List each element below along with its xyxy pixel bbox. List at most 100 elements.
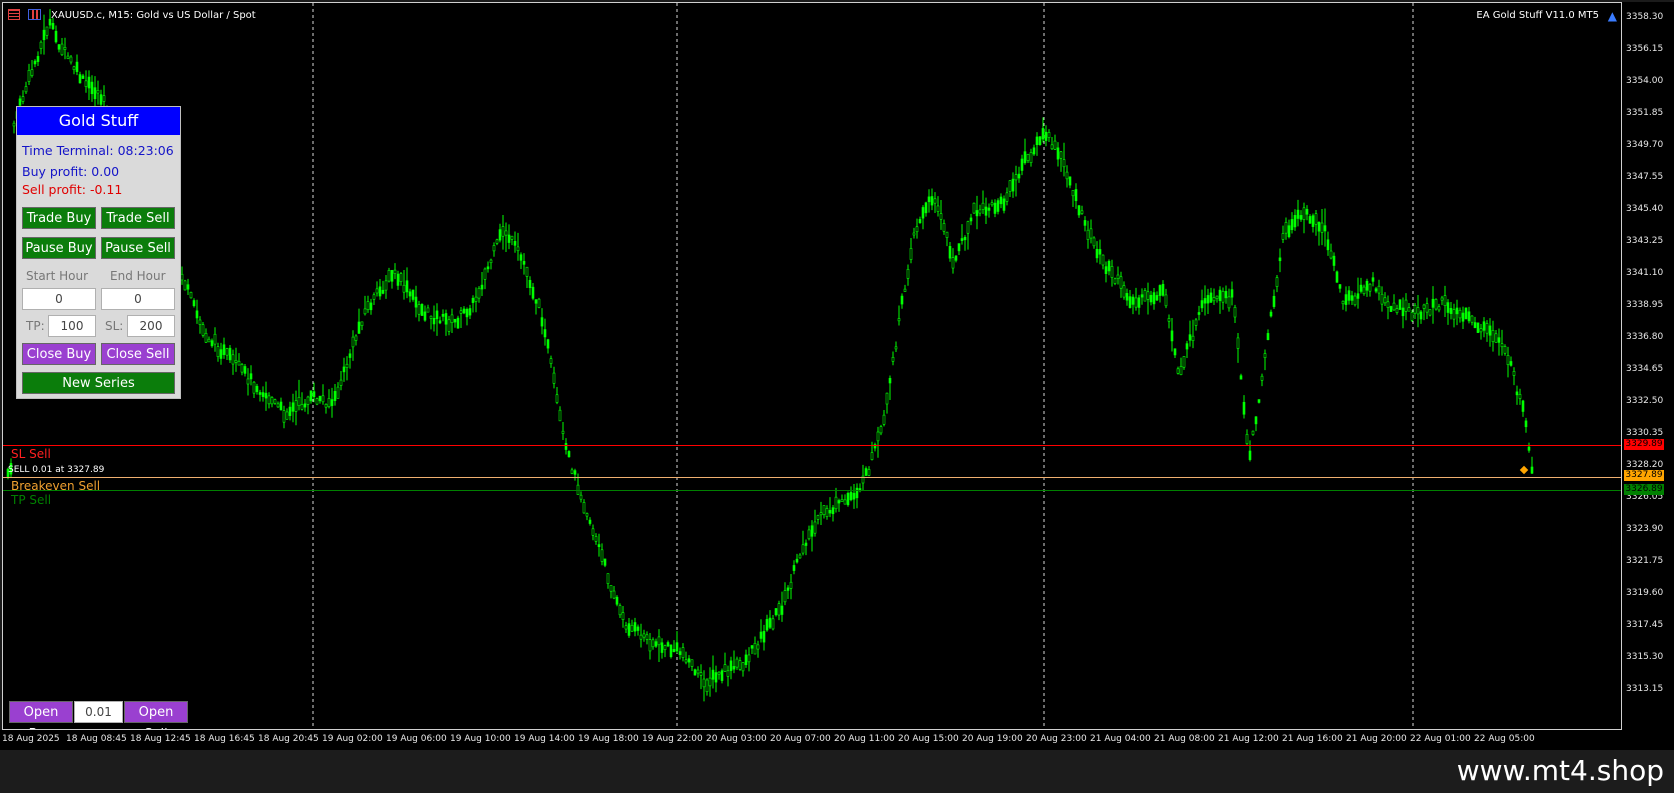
trade-sell-button[interactable]: Trade Sell <box>101 207 175 229</box>
price-tick: 3343.25 <box>1626 236 1664 246</box>
time-axis[interactable]: 18 Aug 2025 18 Aug 08:45 18 Aug 12:45 18 Au… <box>0 730 1674 750</box>
candle-body <box>267 395 271 405</box>
candle-body <box>909 248 913 260</box>
time-tick: 21 Aug 16:00 <box>1282 734 1343 744</box>
watermark: www.mt4.shop <box>1456 754 1664 787</box>
candle-body <box>249 373 253 380</box>
candle-body <box>1491 330 1495 342</box>
candle-body <box>48 18 52 26</box>
candle-body <box>252 381 256 394</box>
pause-buy-button[interactable]: Pause Buy <box>22 237 96 259</box>
candle-body <box>363 308 367 315</box>
price-tick: 3345.40 <box>1626 204 1664 214</box>
candle-body <box>1212 297 1216 302</box>
candle-body <box>210 340 214 347</box>
candle-body <box>498 229 502 241</box>
chart-area[interactable]: XAUUSD.c, M15: Gold vs US Dollar / Spot … <box>2 2 1622 730</box>
candle-body <box>603 558 607 566</box>
time-tick: 19 Aug 10:00 <box>450 734 511 744</box>
candle-body <box>501 226 505 237</box>
candle-body <box>1413 305 1417 314</box>
sl-input[interactable]: 200 <box>127 315 175 337</box>
candle-body <box>1290 219 1294 231</box>
candle-body <box>369 302 373 311</box>
candle-body <box>63 47 67 50</box>
candle-body <box>1416 307 1420 315</box>
candle-body <box>879 426 883 434</box>
open-buy-button[interactable]: Open Buy <box>9 701 73 729</box>
candle-body <box>975 210 979 217</box>
candle-body <box>810 525 814 537</box>
candle-body <box>405 280 409 293</box>
candle-body <box>399 273 403 282</box>
candle-body <box>471 297 475 303</box>
candle-body <box>711 669 715 680</box>
candle-body <box>1218 289 1222 302</box>
close-sell-button[interactable]: Close Sell <box>101 343 175 365</box>
candle-body <box>1104 266 1108 274</box>
candle-body <box>1482 321 1486 331</box>
price-scale[interactable]: 3358.30 3356.15 3354.00 3351.85 3349.70 3347.… <box>1622 2 1674 730</box>
time-tick: 20 Aug 11:00 <box>834 734 895 744</box>
candle-body <box>933 198 937 204</box>
candle-body <box>1389 306 1393 312</box>
candle-body <box>594 536 598 542</box>
candle-body <box>1008 180 1012 192</box>
candle-body <box>432 317 436 325</box>
price-tick: 3347.55 <box>1626 172 1664 182</box>
price-tick: 3313.15 <box>1626 684 1664 694</box>
candle-body <box>720 670 724 681</box>
start-hour-input[interactable]: 0 <box>22 288 96 310</box>
candle-body <box>849 491 853 501</box>
candle-body <box>1209 292 1213 303</box>
candle-body <box>534 299 538 304</box>
candle-body <box>1158 285 1162 296</box>
candle-body <box>240 364 244 373</box>
candle-body <box>624 625 628 630</box>
candle-body <box>537 298 541 308</box>
candle-body <box>1248 450 1252 460</box>
candle-body <box>882 414 886 425</box>
candle-body <box>1176 368 1180 374</box>
candle-body <box>945 231 949 238</box>
candle-body <box>936 205 940 212</box>
close-buy-button[interactable]: Close Buy <box>22 343 96 365</box>
candle-body <box>507 234 511 243</box>
candle-body <box>1230 289 1234 298</box>
trade-buy-button[interactable]: Trade Buy <box>22 207 96 229</box>
new-series-button[interactable]: New Series <box>22 372 175 394</box>
candle-body <box>303 403 307 408</box>
candle-body <box>1392 302 1396 311</box>
candle-body <box>735 658 739 668</box>
open-sell-button[interactable]: Open Sell <box>124 701 188 729</box>
candle-body <box>795 558 799 563</box>
end-hour-input[interactable]: 0 <box>101 288 175 310</box>
candle-body <box>582 502 586 514</box>
candle-body <box>1194 319 1198 326</box>
breakeven-sell-line <box>3 477 1621 478</box>
candle-body <box>1251 430 1255 435</box>
candle-body <box>618 605 622 616</box>
candle-body <box>816 515 820 520</box>
candle-body <box>1464 307 1468 320</box>
tp-input[interactable]: 100 <box>48 315 96 337</box>
candle-body <box>843 499 847 505</box>
candle-body <box>1095 248 1099 259</box>
candle-body <box>276 403 280 408</box>
pause-sell-button[interactable]: Pause Sell <box>101 237 175 259</box>
candle-body <box>474 296 478 302</box>
candle-body <box>27 70 31 82</box>
candle-body <box>1404 299 1408 312</box>
candle-body <box>231 354 235 365</box>
candle-body <box>1359 284 1363 292</box>
price-tick: 3354.00 <box>1626 76 1664 86</box>
candle-body <box>573 470 577 475</box>
candle-body <box>669 644 673 658</box>
lot-size-input[interactable]: 0.01 <box>74 701 123 723</box>
candle-body <box>1134 297 1138 308</box>
candle-body <box>1071 190 1075 197</box>
candle-body <box>786 587 790 591</box>
buy-profit: Buy profit: 0.00 <box>22 164 120 179</box>
candle-body <box>1317 221 1321 232</box>
candle-body <box>984 206 988 216</box>
